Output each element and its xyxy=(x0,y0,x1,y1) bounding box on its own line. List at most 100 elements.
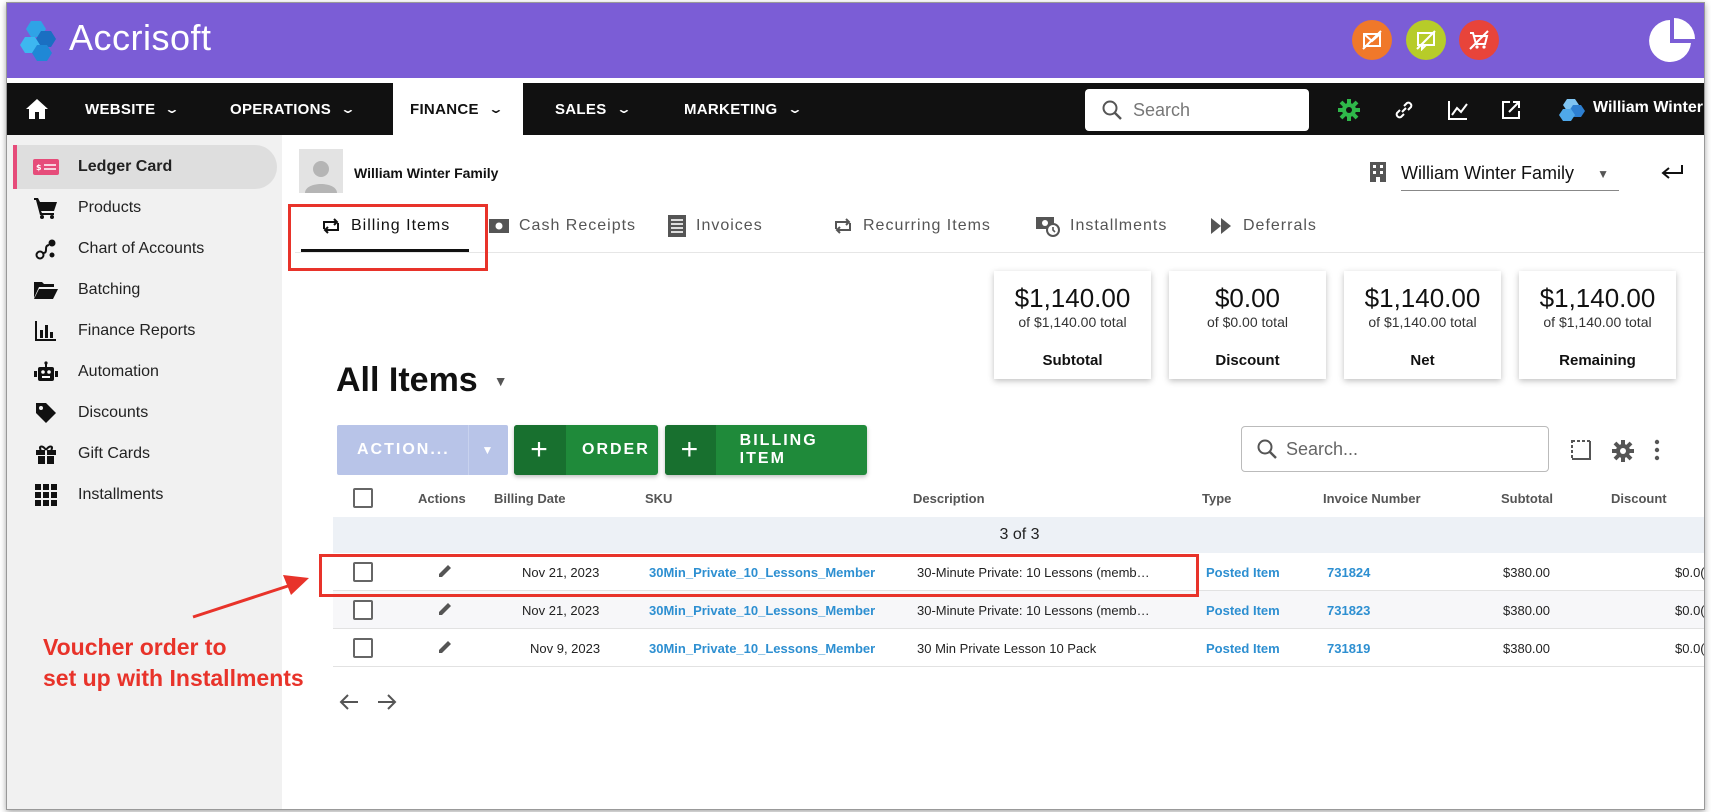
tab-deferrals[interactable]: Deferrals xyxy=(1211,199,1317,253)
app-window: Accrisoft WEBSITE ⌄ OPERATIONS ⌄ FINANCE ⌄ … xyxy=(6,2,1705,810)
card-label: Subtotal xyxy=(1042,352,1103,369)
sidebar-item-finance-reports[interactable]: Finance Reports xyxy=(13,309,277,353)
card-label: Net xyxy=(1410,352,1435,369)
message-off-icon[interactable] xyxy=(1406,20,1446,60)
chart-accounts-icon xyxy=(33,236,59,262)
grid-icon xyxy=(33,482,59,508)
caret-down-icon[interactable]: ▼ xyxy=(468,425,508,475)
gear-icon[interactable] xyxy=(1336,97,1362,123)
sidebar-item-automation[interactable]: Automation xyxy=(13,350,277,394)
tab-cash-receipts[interactable]: Cash Receipts xyxy=(489,199,636,253)
table-search-input[interactable]: Search... xyxy=(1241,426,1549,472)
building-icon xyxy=(1370,162,1386,182)
sidebar-label: Finance Reports xyxy=(78,322,196,339)
table-row[interactable]: Nov 9, 2023 30Min_Private_10_Lessons_Mem… xyxy=(333,629,1704,667)
sidebar-item-batching[interactable]: Batching xyxy=(13,268,277,312)
pencil-icon[interactable] xyxy=(438,602,452,616)
tab-label: Cash Receipts xyxy=(519,217,637,234)
cell-invoice-link[interactable]: 731819 xyxy=(1327,641,1370,656)
nav-website[interactable]: WEBSITE ⌄ xyxy=(85,83,181,135)
cell-billing-date: Nov 21, 2023 xyxy=(522,603,600,618)
cell-sku-link[interactable]: 30Min_Private_10_Lessons_Member xyxy=(649,641,875,656)
add-billing-item-label: BILLING ITEM xyxy=(739,432,818,467)
svg-text:$: $ xyxy=(36,163,42,172)
nav-sales[interactable]: SALES ⌄ xyxy=(555,83,631,135)
sidebar-item-products[interactable]: Products xyxy=(13,186,277,230)
cash-clock-icon xyxy=(1036,215,1060,237)
return-icon[interactable] xyxy=(1660,157,1684,188)
cell-subtotal: $380.00 xyxy=(1503,641,1550,656)
nav-finance[interactable]: FINANCE ⌄ xyxy=(393,83,523,135)
select-all-checkbox[interactable] xyxy=(353,488,373,508)
sidebar-item-installments[interactable]: Installments xyxy=(13,473,277,517)
more-vertical-icon[interactable] xyxy=(1653,439,1661,461)
column-header-type[interactable]: Type xyxy=(1202,491,1231,506)
cart-off-icon[interactable] xyxy=(1459,20,1499,60)
column-header-subtotal[interactable]: Subtotal xyxy=(1501,491,1553,506)
select-columns-icon[interactable] xyxy=(1570,439,1592,461)
sidebar-item-chart-of-accounts[interactable]: Chart of Accounts xyxy=(13,227,277,271)
nav-website-label: WEBSITE xyxy=(85,100,156,118)
cell-sku-link[interactable]: 30Min_Private_10_Lessons_Member xyxy=(649,603,875,618)
column-header-discount[interactable]: Discount xyxy=(1611,491,1667,506)
cell-type-link[interactable]: Posted Item xyxy=(1206,641,1280,656)
link-icon[interactable] xyxy=(1391,97,1417,123)
voucher-row-highlight xyxy=(319,554,1199,597)
home-icon[interactable] xyxy=(25,83,49,135)
cell-invoice-link[interactable]: 731824 xyxy=(1327,565,1370,580)
sidebar-label: Products xyxy=(78,199,142,216)
summary-card-subtotal: $1,140.00 of $1,140.00 total Subtotal xyxy=(994,271,1151,379)
column-header-description[interactable]: Description xyxy=(913,491,985,506)
user-menu[interactable]: William Winter xyxy=(1593,99,1703,117)
cell-type-link[interactable]: Posted Item xyxy=(1206,603,1280,618)
mail-off-icon[interactable] xyxy=(1352,20,1392,60)
pencil-icon[interactable] xyxy=(438,640,452,654)
external-link-icon[interactable] xyxy=(1498,97,1524,123)
card-subtext: of $0.00 total xyxy=(1207,314,1288,330)
cell-invoice-link[interactable]: 731823 xyxy=(1327,603,1370,618)
robot-icon xyxy=(33,359,59,385)
list-title[interactable]: All Items ▼ xyxy=(336,361,508,400)
pie-chart-icon[interactable] xyxy=(1647,16,1697,66)
arrow-left-icon[interactable] xyxy=(339,693,359,711)
main-content: William Winter Family William Winter Fam… xyxy=(295,135,1704,809)
add-billing-item-button[interactable]: + BILLING ITEM xyxy=(665,425,867,475)
nav-operations-label: OPERATIONS xyxy=(230,100,332,118)
row-checkbox[interactable] xyxy=(353,600,373,620)
tag-icon xyxy=(33,400,59,426)
plus-icon: + xyxy=(514,425,566,475)
global-search-input[interactable]: Search xyxy=(1085,89,1309,131)
settings-gear-icon[interactable] xyxy=(1611,439,1635,463)
summary-card-net: $1,140.00 of $1,140.00 total Net xyxy=(1344,271,1501,379)
bar-chart-icon xyxy=(33,318,59,344)
sidebar-label: Installments xyxy=(78,486,164,503)
column-header-actions[interactable]: Actions xyxy=(418,491,466,506)
chevron-down-icon: ⌄ xyxy=(164,102,181,116)
nav-marketing[interactable]: MARKETING ⌄ xyxy=(684,83,803,135)
invoice-icon xyxy=(668,215,686,237)
plus-icon: + xyxy=(665,425,716,475)
add-order-label: ORDER xyxy=(582,441,650,458)
account-select[interactable]: William Winter Family ▼ xyxy=(1401,157,1619,191)
gift-icon xyxy=(33,441,59,467)
nav-operations[interactable]: OPERATIONS ⌄ xyxy=(230,83,356,135)
sidebar-item-discounts[interactable]: Discounts xyxy=(13,391,277,435)
bulk-action-button[interactable]: ACTION... ▼ xyxy=(337,425,508,475)
column-header-sku[interactable]: SKU xyxy=(645,491,672,506)
add-order-button[interactable]: + ORDER xyxy=(514,425,658,475)
sidebar-item-ledger-card[interactable]: $ Ledger Card xyxy=(13,145,277,189)
table-header: Actions Billing Date SKU Description Typ… xyxy=(333,479,1704,517)
annotation-text: Voucher order to set up with Installment… xyxy=(43,632,304,694)
annotation-arrow-icon xyxy=(192,575,309,619)
line-chart-icon[interactable] xyxy=(1445,97,1471,123)
row-checkbox[interactable] xyxy=(353,638,373,658)
annotation-line: set up with Installments xyxy=(43,665,304,691)
sidebar-item-gift-cards[interactable]: Gift Cards xyxy=(13,432,277,476)
arrow-right-icon[interactable] xyxy=(377,693,397,711)
tab-installments[interactable]: Installments xyxy=(1036,199,1167,253)
column-header-invoice-number[interactable]: Invoice Number xyxy=(1323,491,1421,506)
column-header-billing-date[interactable]: Billing Date xyxy=(494,491,566,506)
tab-invoices[interactable]: Invoices xyxy=(668,199,763,253)
cell-type-link[interactable]: Posted Item xyxy=(1206,565,1280,580)
tab-recurring-items[interactable]: Recurring Items xyxy=(833,199,991,253)
